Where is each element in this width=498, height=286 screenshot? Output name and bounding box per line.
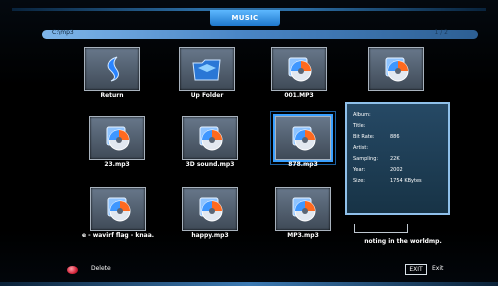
thumbnail — [89, 116, 145, 160]
info-value: 22K — [390, 156, 400, 162]
info-key: Size: — [353, 178, 365, 184]
red-button-icon[interactable] — [67, 266, 78, 274]
grid-item-up-folder[interactable]: Up Folder — [173, 47, 241, 101]
grid-item-23[interactable]: 23.mp3 — [83, 116, 151, 170]
thumbnail-selected — [275, 116, 331, 160]
path-bar: C:\mp3 1 / 2 — [42, 29, 478, 39]
grid-item-001[interactable]: 001.MP3 — [265, 47, 333, 101]
music-tab[interactable]: MUSIC — [210, 10, 280, 26]
item-label: MP3.mp3 — [287, 232, 319, 239]
music-disc-icon — [288, 57, 312, 82]
thumbnail — [90, 187, 146, 231]
thumbnail — [275, 187, 331, 231]
return-arrow-icon — [107, 56, 119, 82]
item-label: happy.mp3 — [191, 232, 229, 239]
music-disc-icon — [199, 197, 223, 222]
grid-item-878[interactable]: 878.mp3 — [269, 116, 337, 170]
info-key: Title: — [353, 123, 366, 129]
thumbnail — [84, 47, 140, 91]
info-value: 1754 KBytes — [390, 178, 422, 184]
info-key: Year: — [353, 167, 366, 173]
item-label: 3D sound.mp3 — [185, 161, 235, 168]
grid-item-wavirf[interactable]: e - wavirf flag - knaa. — [82, 187, 154, 241]
info-value: 886 — [390, 134, 400, 140]
grid-item-mp3[interactable]: MP3.mp3 — [269, 187, 337, 241]
exit-key[interactable]: EXIT — [405, 264, 427, 275]
music-disc-icon — [107, 197, 131, 222]
info-value: 2002 — [390, 167, 403, 173]
info-key: Bit Rate: — [353, 134, 375, 140]
info-caption: noting in the worldmp. — [364, 238, 442, 245]
delete-label: Delete — [91, 265, 111, 272]
info-row-title: Title: — [347, 121, 448, 132]
grid-item-unnamed[interactable] — [362, 47, 430, 101]
bottom-rule — [0, 282, 498, 286]
page-indicator: 1 / 2 — [434, 29, 448, 36]
up-folder-icon — [192, 59, 221, 81]
info-key: Artist: — [353, 145, 369, 151]
info-row-sampling: Sampling: 22K — [347, 154, 448, 165]
item-label: 878.mp3 — [288, 161, 318, 168]
item-label: Return — [100, 92, 124, 99]
grid-item-happy[interactable]: happy.mp3 — [176, 187, 244, 241]
info-key: Album: — [353, 112, 371, 118]
info-row-year: Year: 2002 — [347, 165, 448, 176]
music-disc-icon — [199, 126, 223, 151]
music-disc-icon — [292, 126, 316, 151]
info-row-artist: Artist: — [347, 143, 448, 154]
thumbnail — [182, 116, 238, 160]
exit-label: Exit — [432, 265, 444, 272]
info-row-album: Album: — [347, 110, 448, 121]
info-row-bitrate: Bit Rate: 886 — [347, 132, 448, 143]
file-info-panel: Album: Title: Bit Rate: 886 Artist: Samp… — [345, 102, 450, 215]
thumbnail — [368, 47, 424, 91]
thumbnail — [182, 187, 238, 231]
info-row-size: Size: 1754 KBytes — [347, 176, 448, 187]
thumbnail — [179, 47, 235, 91]
thumbnail — [271, 47, 327, 91]
grid-item-3d-sound[interactable]: 3D sound.mp3 — [176, 116, 244, 170]
info-bracket — [354, 224, 408, 233]
item-label: Up Folder — [190, 92, 224, 99]
music-disc-icon — [385, 57, 409, 82]
info-key: Sampling: — [353, 156, 379, 162]
item-label: 001.MP3 — [284, 92, 314, 99]
screen-frame: MUSIC C:\mp3 1 / 2 Return Up Folder 001.… — [0, 0, 498, 286]
item-label: e - wavirf flag - knaa. — [81, 232, 155, 239]
item-label: 23.mp3 — [104, 161, 130, 168]
music-disc-icon — [292, 197, 316, 222]
grid-item-return[interactable]: Return — [78, 47, 146, 101]
music-disc-icon — [106, 126, 130, 151]
current-path: C:\mp3 — [52, 29, 74, 36]
